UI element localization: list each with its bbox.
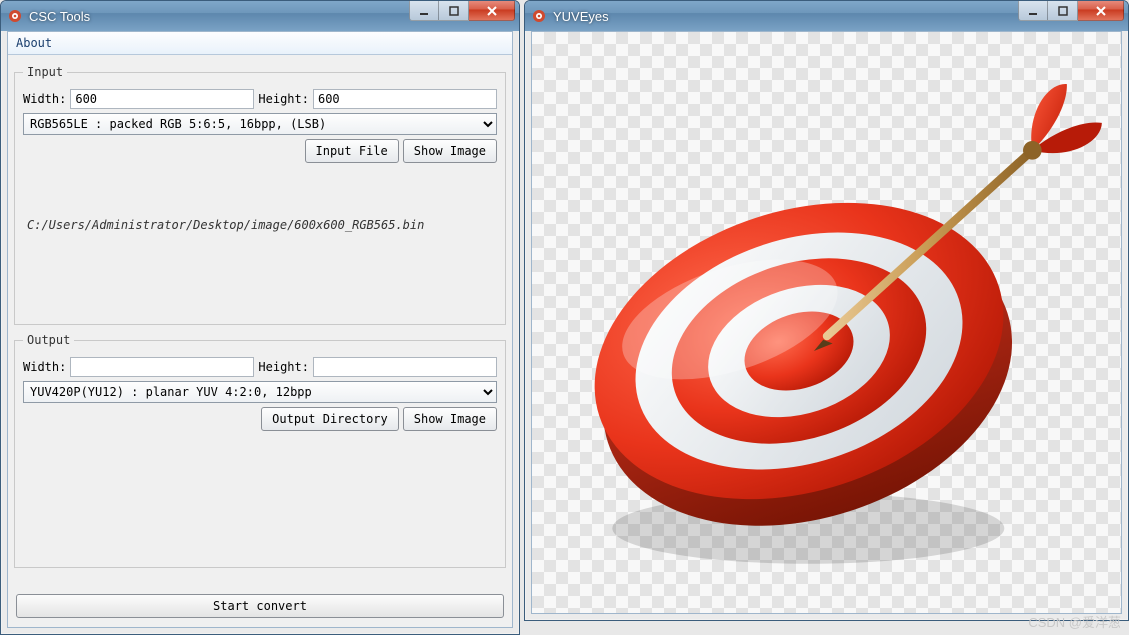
- input-file-button[interactable]: Input File: [305, 139, 399, 163]
- yuveyes-window: YUVEyes: [524, 0, 1129, 621]
- window-title: YUVEyes: [553, 9, 609, 24]
- app-icon: [531, 8, 547, 24]
- window-title: CSC Tools: [29, 9, 90, 24]
- minimize-button[interactable]: [409, 1, 439, 21]
- output-group: Output Width: Height: YUV420P(YU12) : pl…: [14, 333, 506, 568]
- input-group: Input Width: Height: RGB565LE : packed R…: [14, 65, 506, 325]
- output-show-image-button[interactable]: Show Image: [403, 407, 497, 431]
- output-format-select[interactable]: YUV420P(YU12) : planar YUV 4:2:0, 12bpp: [23, 381, 497, 403]
- output-width-field[interactable]: [70, 357, 254, 377]
- menu-bar: About: [8, 32, 512, 55]
- output-height-field[interactable]: [313, 357, 497, 377]
- output-width-label: Width:: [23, 360, 66, 374]
- target-with-dart-icon: [547, 43, 1107, 603]
- csc-tools-window: CSC Tools About Input Width: Height:: [0, 0, 520, 635]
- input-format-select[interactable]: RGB565LE : packed RGB 5:6:5, 16bpp, (LSB…: [23, 113, 497, 135]
- input-legend: Input: [23, 65, 67, 79]
- input-file-path: C:/Users/Administrator/Desktop/image/600…: [23, 163, 497, 272]
- maximize-button[interactable]: [439, 1, 469, 21]
- client-area: About Input Width: Height: RGB565LE : pa…: [7, 31, 513, 628]
- image-viewport: [531, 31, 1122, 614]
- input-width-label: Width:: [23, 92, 66, 106]
- input-height-label: Height:: [258, 92, 309, 106]
- close-button[interactable]: [1078, 1, 1124, 21]
- input-height-field[interactable]: [313, 89, 497, 109]
- maximize-button[interactable]: [1048, 1, 1078, 21]
- titlebar[interactable]: YUVEyes: [525, 1, 1128, 31]
- close-button[interactable]: [469, 1, 515, 21]
- output-legend: Output: [23, 333, 74, 347]
- output-directory-button[interactable]: Output Directory: [261, 407, 399, 431]
- start-convert-button[interactable]: Start convert: [16, 594, 504, 618]
- input-show-image-button[interactable]: Show Image: [403, 139, 497, 163]
- menu-about[interactable]: About: [16, 36, 52, 50]
- input-width-field[interactable]: [70, 89, 254, 109]
- minimize-button[interactable]: [1018, 1, 1048, 21]
- output-height-label: Height:: [258, 360, 309, 374]
- app-icon: [7, 8, 23, 24]
- titlebar[interactable]: CSC Tools: [1, 1, 519, 31]
